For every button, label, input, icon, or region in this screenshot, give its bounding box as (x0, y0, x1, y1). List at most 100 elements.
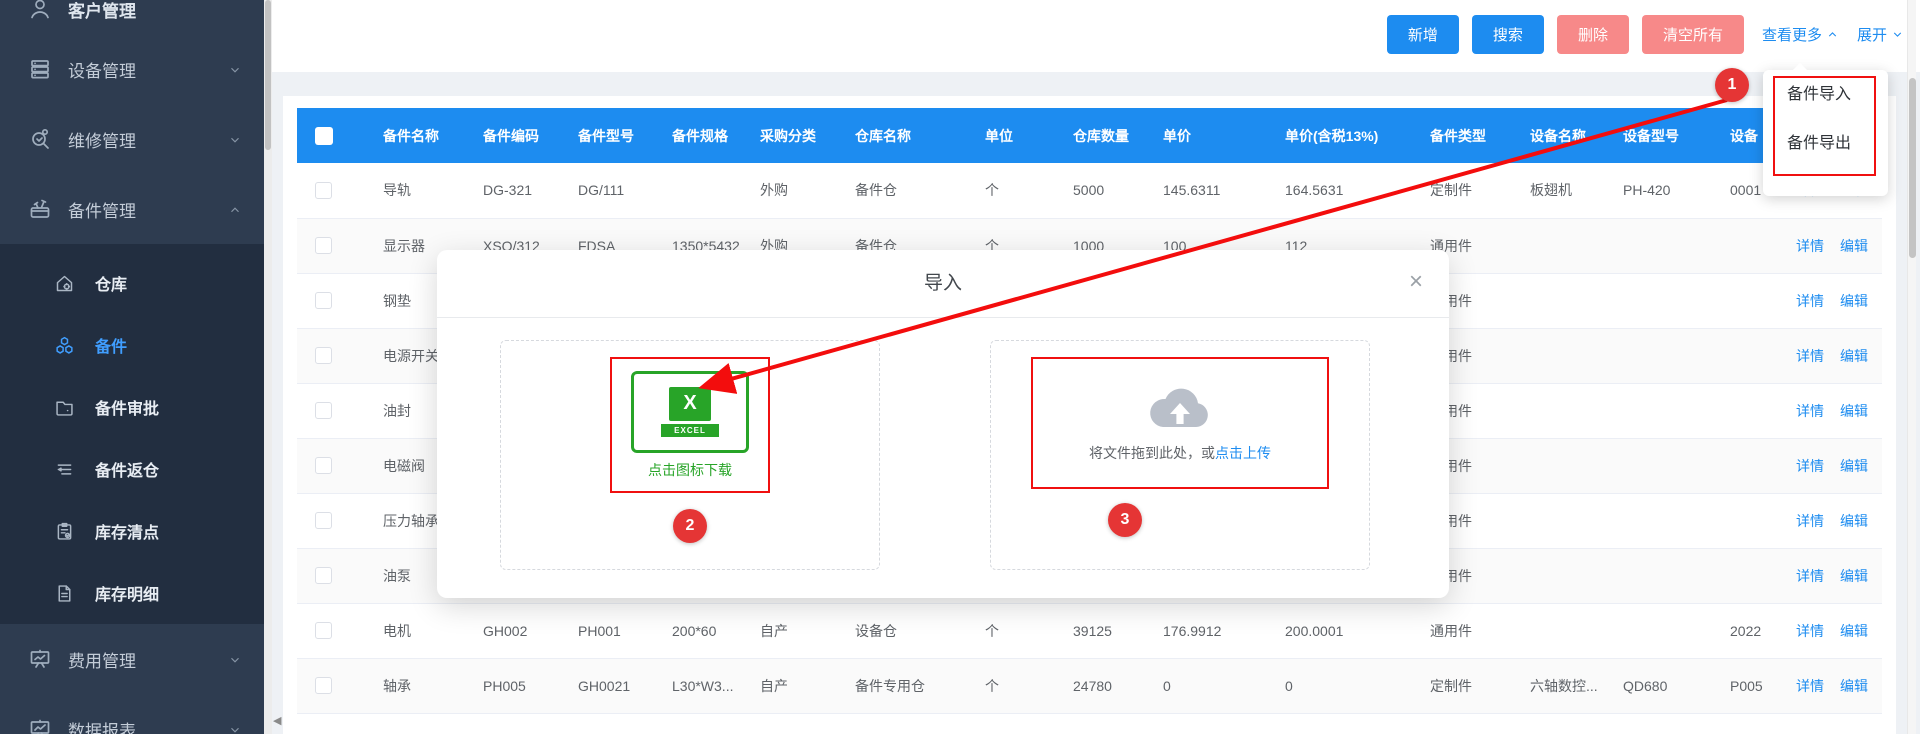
detail-link[interactable]: 详情 (1796, 513, 1824, 529)
detail-link[interactable]: 详情 (1796, 678, 1824, 694)
delete-button[interactable]: 删除 (1557, 15, 1629, 54)
close-icon[interactable]: × (1409, 250, 1423, 318)
cell (1720, 548, 1786, 603)
sidebar-item-11[interactable]: 数据报表 (0, 694, 264, 734)
row-checkbox[interactable] (315, 237, 332, 254)
cell-value: 电机 (383, 623, 411, 639)
row-checkbox[interactable] (315, 402, 332, 419)
column-header-label: 设备型号 (1623, 128, 1679, 144)
cell-value: 设备仓 (855, 623, 897, 639)
sidebar-scrollbar-thumb[interactable] (265, 0, 271, 150)
warehouse-icon (54, 273, 75, 294)
cell: 定制件 (1420, 658, 1520, 713)
row-checkbox[interactable] (315, 292, 332, 309)
sidebar-item-4[interactable]: 仓库 (0, 252, 264, 314)
detail-link[interactable]: 详情 (1796, 403, 1824, 419)
sidebar-item-0[interactable]: 客户管理 (0, 0, 264, 34)
cell-value: 备件专用仓 (855, 678, 925, 694)
cell-value: QD680 (1623, 678, 1667, 694)
cell: L30*W3... (662, 658, 750, 713)
chevron-down-icon (228, 722, 242, 734)
sidebar-item-label: 备件返仓 (95, 457, 159, 481)
sidebar-item-label: 备件 (95, 333, 127, 357)
edit-link[interactable]: 编辑 (1840, 293, 1868, 309)
cell-value: 个 (985, 678, 999, 694)
edit-link[interactable]: 编辑 (1840, 458, 1868, 474)
sidebar-item-1[interactable]: 设备管理 (0, 34, 264, 104)
column-header: 备件名称 (373, 108, 473, 163)
horizontal-scroll-left-arrow[interactable]: ◀ (273, 714, 281, 727)
sidebar-item-7[interactable]: 备件返仓 (0, 438, 264, 500)
row-checkbox[interactable] (315, 182, 332, 199)
column-header: 备件编码 (473, 108, 568, 163)
view-more-link[interactable]: 查看更多 (1762, 24, 1839, 45)
row-checkbox[interactable] (315, 567, 332, 584)
sidebar-item-label: 数据报表 (68, 717, 136, 734)
import-modal: 导入 × X EXCEL 点击图标下载 2 将文件拖到此处，或点击上传 (437, 250, 1449, 598)
row-checkbox[interactable] (315, 677, 332, 694)
menu-item-import-parts[interactable]: 备件导入 (1763, 70, 1888, 119)
row-checkbox[interactable] (315, 347, 332, 364)
clear-all-button[interactable]: 清空所有 (1642, 15, 1744, 54)
cell (1520, 603, 1613, 658)
detail-link[interactable]: 详情 (1796, 238, 1824, 254)
cell-value: PH005 (483, 678, 526, 694)
edit-link[interactable]: 编辑 (1840, 678, 1868, 694)
sidebar-item-5[interactable]: 备件 (0, 314, 264, 376)
click-upload-link[interactable]: 点击上传 (1215, 445, 1271, 461)
edit-link[interactable]: 编辑 (1840, 623, 1868, 639)
sidebar-item-10[interactable]: 费用管理 (0, 624, 264, 694)
sidebar-item-2[interactable]: 维修管理 (0, 104, 264, 174)
cell-value: 2022 (1730, 623, 1761, 639)
row-checkbox[interactable] (315, 622, 332, 639)
column-header-label: 单位 (985, 128, 1013, 144)
cell: 轴承 (373, 658, 473, 713)
detail-link[interactable]: 详情 (1796, 568, 1824, 584)
column-header: 单价(含税13%) (1275, 108, 1420, 163)
sidebar-item-9[interactable]: 库存明细 (0, 562, 264, 624)
vertical-scrollbar-thumb[interactable] (1909, 78, 1916, 258)
column-header: 设备名称 (1520, 108, 1613, 163)
edit-link[interactable]: 编辑 (1840, 513, 1868, 529)
cell: GH0021 (568, 658, 662, 713)
menu-item-export-parts[interactable]: 备件导出 (1763, 119, 1888, 168)
vertical-scrollbar[interactable] (1907, 0, 1916, 734)
edit-link[interactable]: 编辑 (1840, 238, 1868, 254)
cell (1613, 273, 1720, 328)
cell: 39125 (1063, 603, 1153, 658)
cell: PH005 (473, 658, 568, 713)
upload-annotation-box[interactable]: 将文件拖到此处，或点击上传 (1031, 357, 1329, 489)
sidebar-item-8[interactable]: 库存清点 (0, 500, 264, 562)
cell (1520, 438, 1613, 493)
detail-link[interactable]: 详情 (1796, 293, 1824, 309)
sidebar-item-label: 备件管理 (68, 197, 136, 222)
cell (1520, 218, 1613, 273)
column-header: 单位 (975, 108, 1063, 163)
edit-link[interactable]: 编辑 (1840, 568, 1868, 584)
sidebar-scrollbar[interactable] (264, 0, 272, 734)
detail-link[interactable]: 详情 (1796, 458, 1824, 474)
template-download-dropzone[interactable]: X EXCEL 点击图标下载 2 (500, 340, 880, 570)
edit-link[interactable]: 编辑 (1840, 348, 1868, 364)
file-upload-dropzone[interactable]: 将文件拖到此处，或点击上传 3 (990, 340, 1370, 570)
annotation-step-1: 1 (1715, 68, 1749, 102)
detail-link[interactable]: 详情 (1796, 623, 1824, 639)
view-more-label: 查看更多 (1762, 24, 1822, 45)
sidebar-item-6[interactable]: 备件审批 (0, 376, 264, 438)
expand-link[interactable]: 展开 (1857, 24, 1904, 45)
cell (1613, 218, 1720, 273)
cell: 导轨 (373, 163, 473, 218)
excel-file-icon[interactable]: X EXCEL (631, 371, 749, 453)
detail-link[interactable]: 详情 (1796, 348, 1824, 364)
select-all-checkbox[interactable] (315, 127, 333, 145)
actions-cell: 详情编辑 (1786, 218, 1882, 273)
excel-download-annotation-box[interactable]: X EXCEL 点击图标下载 (610, 357, 770, 493)
cell (1613, 438, 1720, 493)
search-button[interactable]: 搜索 (1472, 15, 1544, 54)
cell-value: 通用件 (1430, 623, 1472, 639)
add-button[interactable]: 新增 (1387, 15, 1459, 54)
row-checkbox[interactable] (315, 457, 332, 474)
sidebar-item-3[interactable]: 备件管理 (0, 174, 264, 244)
edit-link[interactable]: 编辑 (1840, 403, 1868, 419)
row-checkbox[interactable] (315, 512, 332, 529)
